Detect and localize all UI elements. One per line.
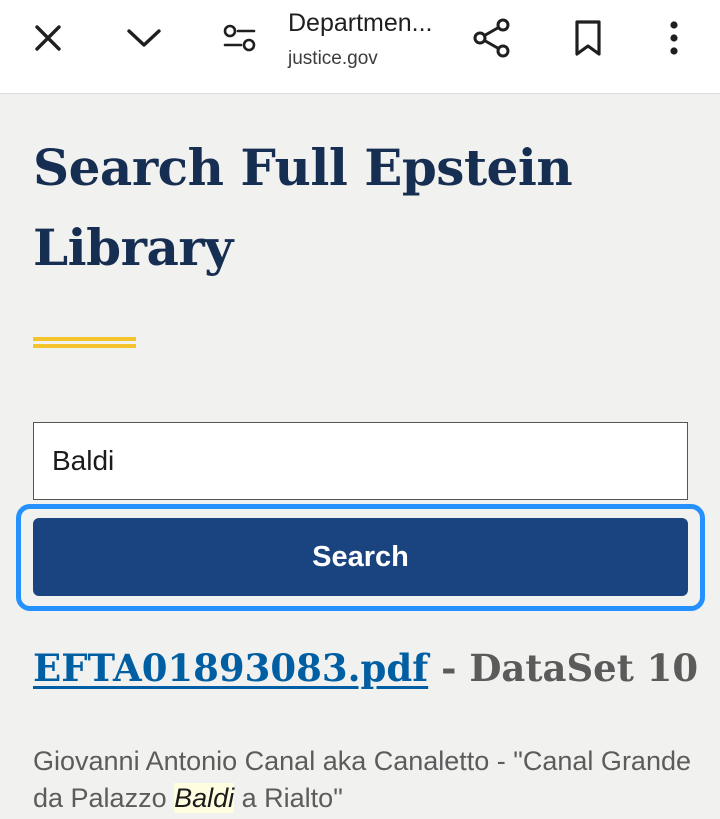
result-file-link[interactable]: EFTA01893083.pdf	[33, 646, 428, 690]
page-domain: justice.gov	[288, 48, 378, 69]
page-tab-title: Departmen...	[288, 9, 433, 37]
page-settings-icon[interactable]	[208, 10, 272, 66]
bookmark-icon[interactable]	[556, 10, 620, 66]
chevron-down-icon[interactable]	[112, 10, 176, 66]
search-input[interactable]	[33, 422, 688, 500]
result-heading: EFTA01893083.pdf - DataSet 10	[33, 642, 713, 694]
page-title: Search Full Epstein Library	[33, 138, 573, 277]
snippet-highlight: Baldi	[174, 783, 235, 813]
more-vertical-icon[interactable]	[642, 10, 706, 66]
tab-title-block[interactable]: Departmen... justice.gov	[288, 8, 458, 78]
snippet-text-after: a Rialto"	[234, 783, 343, 813]
result-dataset-label: DataSet 10	[469, 646, 699, 690]
share-icon[interactable]	[460, 10, 524, 66]
title-accent-divider	[33, 337, 136, 351]
snippet-text-before: Giovanni Antonio Canal aka Canaletto - "…	[33, 746, 691, 813]
browser-toolbar: Departmen... justice.gov	[0, 0, 720, 94]
result-snippet: Giovanni Antonio Canal aka Canaletto - "…	[33, 743, 713, 817]
close-icon[interactable]	[16, 10, 80, 66]
result-separator: -	[441, 646, 457, 690]
search-button[interactable]: Search	[33, 518, 688, 596]
